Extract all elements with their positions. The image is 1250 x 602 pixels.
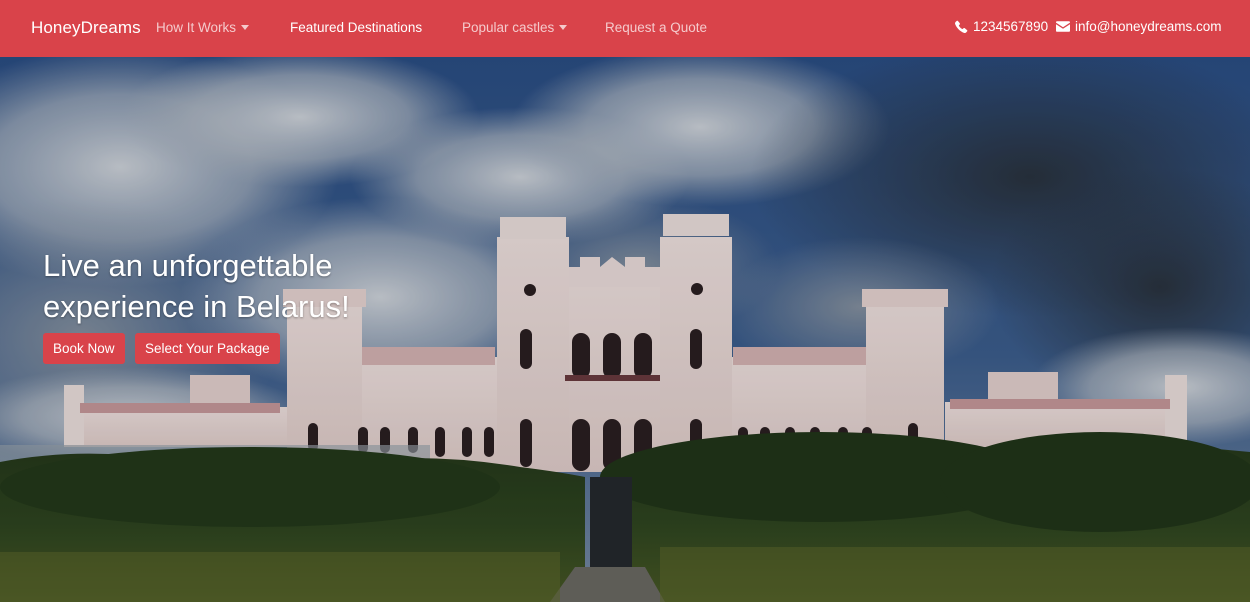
phone-number: 1234567890: [973, 19, 1049, 34]
hero-headline: Live an unforgettable experience in Bela…: [43, 248, 350, 324]
nav-how-it-works-label: How It Works: [156, 20, 237, 35]
book-now-button[interactable]: Book Now: [43, 333, 125, 364]
nav-popular-castles[interactable]: Popular castles: [462, 20, 568, 35]
nav-request-quote[interactable]: Request a Quote: [605, 20, 707, 35]
brand-logo[interactable]: HoneyDreams: [31, 18, 141, 38]
nav-request-quote-label: Request a Quote: [605, 20, 708, 35]
email-link[interactable]: info@honeydreams.com: [1056, 19, 1222, 34]
phone-icon: [955, 20, 968, 33]
hero-dark-overlay: [0, 57, 1250, 602]
phone-link[interactable]: 1234567890: [955, 19, 1048, 34]
envelope-icon: [1056, 21, 1070, 32]
navbar: HoneyDreams How It Works Featured Destin…: [0, 0, 1250, 57]
email-address: info@honeydreams.com: [1075, 19, 1222, 34]
nav-popular-castles-label: Popular castles: [462, 20, 555, 35]
select-package-button[interactable]: Select Your Package: [135, 333, 280, 364]
nav-how-it-works[interactable]: How It Works: [156, 20, 250, 35]
nav-featured-destinations-label: Featured Destinations: [290, 20, 423, 35]
caret-down-icon: [559, 25, 568, 30]
hero-section: Live an unforgettable experience in Bela…: [0, 57, 1250, 602]
nav-featured-destinations[interactable]: Featured Destinations: [290, 20, 422, 35]
caret-down-icon: [241, 25, 250, 30]
